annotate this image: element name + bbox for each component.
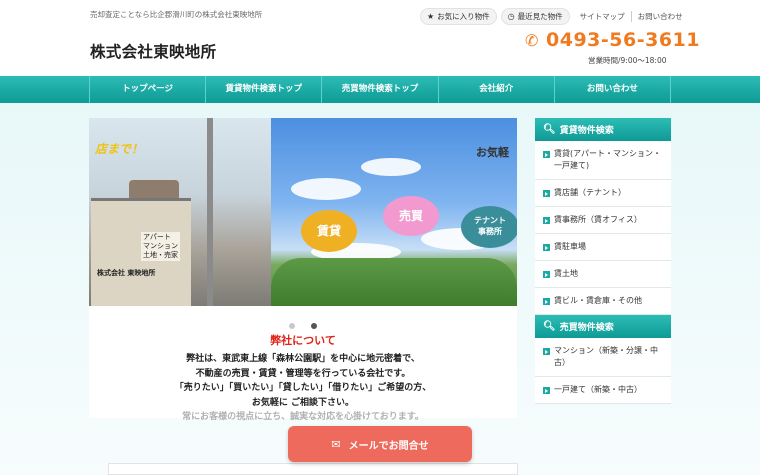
slider-dot-2[interactable] xyxy=(310,323,317,329)
arrow-icon xyxy=(543,387,550,394)
phone-text: 0493-56-3611 xyxy=(546,29,700,51)
bubble-sale: 売買 xyxy=(383,196,439,236)
sidebar-item-rent-office[interactable]: 賃事務所（賃オフィス） xyxy=(535,207,671,234)
sidebar-item-rent-other[interactable]: 賃ビル・賃倉庫・その他 xyxy=(535,288,671,315)
about-line-5: 常にお客様の視点に立ち、誠実な対応を心掛けております。 xyxy=(182,412,424,422)
rent-search-heading: 🔍︎ 賃貸物件検索 xyxy=(535,118,671,141)
site-header: 売却査定ことなら比企郡滑川町の株式会社東映地所 株式会社東映地所 ★ お気に入り… xyxy=(0,0,760,76)
mail-contact-button[interactable]: ✉ メールでお問合せ xyxy=(288,426,472,462)
arrow-icon xyxy=(543,271,550,278)
arrow-icon xyxy=(543,348,550,355)
slider-dot-1[interactable] xyxy=(289,323,296,329)
main-content: 店まで！ 株式会社 東映地所 アパート マンション 土地・売家 お気軽 賃貸 売… xyxy=(89,118,517,422)
sidebar-item-rent-store[interactable]: 賃店舗（テナント） xyxy=(535,180,671,207)
property-sign: アパート マンション 土地・売家 xyxy=(141,232,180,261)
arrow-icon xyxy=(543,244,550,251)
storefront-photo: 店まで！ 株式会社 東映地所 アパート マンション 土地・売家 xyxy=(89,118,271,306)
arrow-icon xyxy=(543,190,550,197)
sky-image: お気軽 賃貸 売買 テナント 事務所 xyxy=(271,118,517,306)
bubble-rent: 賃貸 xyxy=(301,210,357,252)
hero-slider[interactable]: 店まで！ 株式会社 東映地所 アパート マンション 土地・売家 お気軽 賃貸 売… xyxy=(89,118,517,306)
top-links: ★ お気に入り物件 ◷ 最近見た物件 サイトマップ お問い合わせ xyxy=(420,7,689,25)
site-tagline: 売却査定ことなら比企郡滑川町の株式会社東映地所 xyxy=(90,10,263,19)
recent-label: 最近見た物件 xyxy=(517,11,563,21)
about-line-4: お気軽に ご相談下さい。 xyxy=(251,397,355,408)
sidebar-item-label: 賃駐車場 xyxy=(554,242,586,251)
site-logo[interactable]: 株式会社東映地所 xyxy=(90,40,216,62)
nav-item-rent-search[interactable]: 賃貸物件検索トップ xyxy=(205,76,321,103)
sidebar-item-label: 賃ビル・賃倉庫・その他 xyxy=(554,296,642,305)
recent-link[interactable]: ◷ 最近見た物件 xyxy=(500,7,570,25)
lower-content-box xyxy=(108,463,518,475)
clock-icon: ◷ xyxy=(507,11,515,21)
star-icon: ★ xyxy=(427,11,435,21)
sidebar-item-rent-parking[interactable]: 賃駐車場 xyxy=(535,234,671,261)
slider-pagination xyxy=(89,314,517,333)
favorites-label: お気に入り物件 xyxy=(437,11,490,21)
sidebar-item-rent-land[interactable]: 賃土地 xyxy=(535,261,671,288)
about-section: 弊社について 弊社は、東武東上線「森林公園駅」を中心に地元密着で、 不動産の売買… xyxy=(89,332,517,425)
favorites-link[interactable]: ★ お気に入り物件 xyxy=(420,7,497,25)
nav-item-company[interactable]: 会社紹介 xyxy=(437,76,554,103)
sidebar: 🔍︎ 賃貸物件検索 賃貸(アパート・マンション・一戸建て) 賃店舗（テナント） … xyxy=(535,118,671,404)
sidebar-item-sale-house[interactable]: 一戸建て（新築・中古） xyxy=(535,377,671,404)
phone-icon: ✆ xyxy=(525,30,539,50)
search-icon: 🔍︎ xyxy=(543,124,556,135)
sidebar-item-label: マンション（新築・分譲・中古） xyxy=(554,346,658,367)
rent-heading-label: 賃貸物件検索 xyxy=(559,126,614,136)
about-line-3: 「売りたい」「買いたい」「貸したい」「借りたい」ご希望の方、 xyxy=(174,383,432,393)
nav-item-top[interactable]: トップページ xyxy=(89,76,205,103)
arrow-icon xyxy=(543,217,550,224)
phone-number[interactable]: ✆ 0493-56-3611 xyxy=(525,29,700,51)
company-sign: 株式会社 東映地所 xyxy=(97,269,156,277)
sidebar-item-sale-mansion[interactable]: マンション（新築・分譲・中古） xyxy=(535,338,671,377)
business-hours: 営業時間/9:00〜18:00 xyxy=(588,56,667,65)
about-title: 弊社について xyxy=(270,334,336,347)
mail-icon: ✉ xyxy=(331,437,341,451)
sidebar-item-label: 賃事務所（賃オフィス） xyxy=(554,215,642,224)
sale-heading-label: 売買物件検索 xyxy=(559,323,614,333)
sidebar-item-rent-residential[interactable]: 賃貸(アパート・マンション・一戸建て) xyxy=(535,141,671,180)
nav-item-sale-search[interactable]: 売買物件検索トップ xyxy=(321,76,437,103)
search-icon: 🔍︎ xyxy=(543,321,556,332)
banner-text: 店まで！ xyxy=(95,142,144,156)
sidebar-item-label: 賃店舗（テナント） xyxy=(554,188,626,197)
about-line-1: 弊社は、東武東上線「森林公園駅」を中心に地元密着で、 xyxy=(186,354,420,364)
mail-contact-label: メールでお問合せ xyxy=(348,440,429,452)
nav-item-contact[interactable]: お問い合わせ xyxy=(553,76,672,103)
bubble-tenant: テナント 事務所 xyxy=(461,206,517,248)
kigaru-text: お気軽 xyxy=(476,146,509,159)
arrow-icon xyxy=(543,151,550,158)
about-line-2: 不動産の売買・賃貸・管理等を行っている会社です。 xyxy=(195,368,411,379)
arrow-icon xyxy=(543,298,550,305)
header-contact-link[interactable]: お問い合わせ xyxy=(630,10,689,22)
global-nav: トップページ 賃貸物件検索トップ 売買物件検索トップ 会社紹介 お問い合わせ xyxy=(0,76,760,103)
sidebar-item-label: 賃土地 xyxy=(554,269,578,278)
sale-search-heading: 🔍︎ 売買物件検索 xyxy=(535,315,671,338)
sitemap-link[interactable]: サイトマップ xyxy=(574,11,631,22)
sidebar-item-label: 賃貸(アパート・マンション・一戸建て) xyxy=(554,149,661,170)
sidebar-item-label: 一戸建て（新築・中古） xyxy=(554,385,642,394)
